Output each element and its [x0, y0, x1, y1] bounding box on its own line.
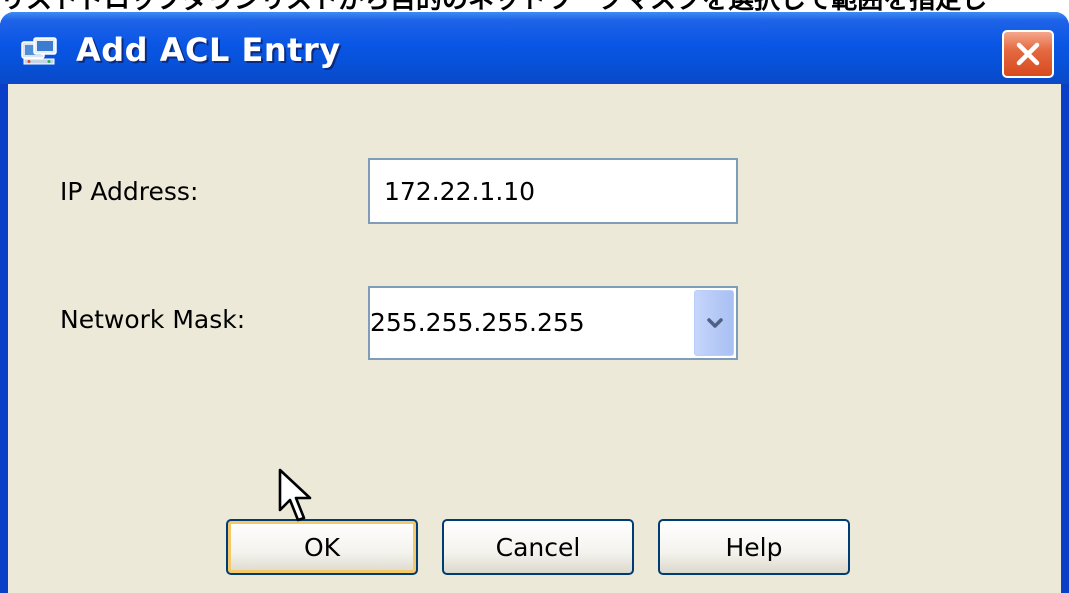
- close-icon: [1016, 42, 1040, 66]
- ip-address-label: IP Address:: [60, 177, 199, 206]
- cancel-button-label: Cancel: [495, 533, 581, 562]
- dropdown-button[interactable]: [694, 290, 734, 356]
- dialog-window: Add ACL Entry IP Address: Network Mask: …: [0, 12, 1069, 593]
- help-button[interactable]: Help: [658, 519, 850, 575]
- mouse-pointer-icon: [278, 468, 312, 522]
- help-button-label: Help: [725, 533, 783, 562]
- close-button[interactable]: [1002, 30, 1054, 78]
- dialog-content: IP Address: Network Mask: 255.255.255.25…: [8, 84, 1061, 593]
- cancel-button[interactable]: Cancel: [442, 519, 634, 575]
- ip-address-input[interactable]: [368, 158, 738, 224]
- network-mask-value: 255.255.255.255: [370, 308, 585, 337]
- dialog-title: Add ACL Entry: [76, 31, 341, 69]
- network-mask-label: Network Mask:: [60, 305, 246, 334]
- network-app-icon: [20, 36, 58, 66]
- ok-button[interactable]: OK: [226, 519, 418, 575]
- network-mask-dropdown[interactable]: 255.255.255.255: [368, 286, 738, 360]
- title-bar[interactable]: Add ACL Entry: [0, 12, 1069, 84]
- chevron-down-icon: [707, 318, 723, 328]
- ok-button-label: OK: [303, 533, 341, 562]
